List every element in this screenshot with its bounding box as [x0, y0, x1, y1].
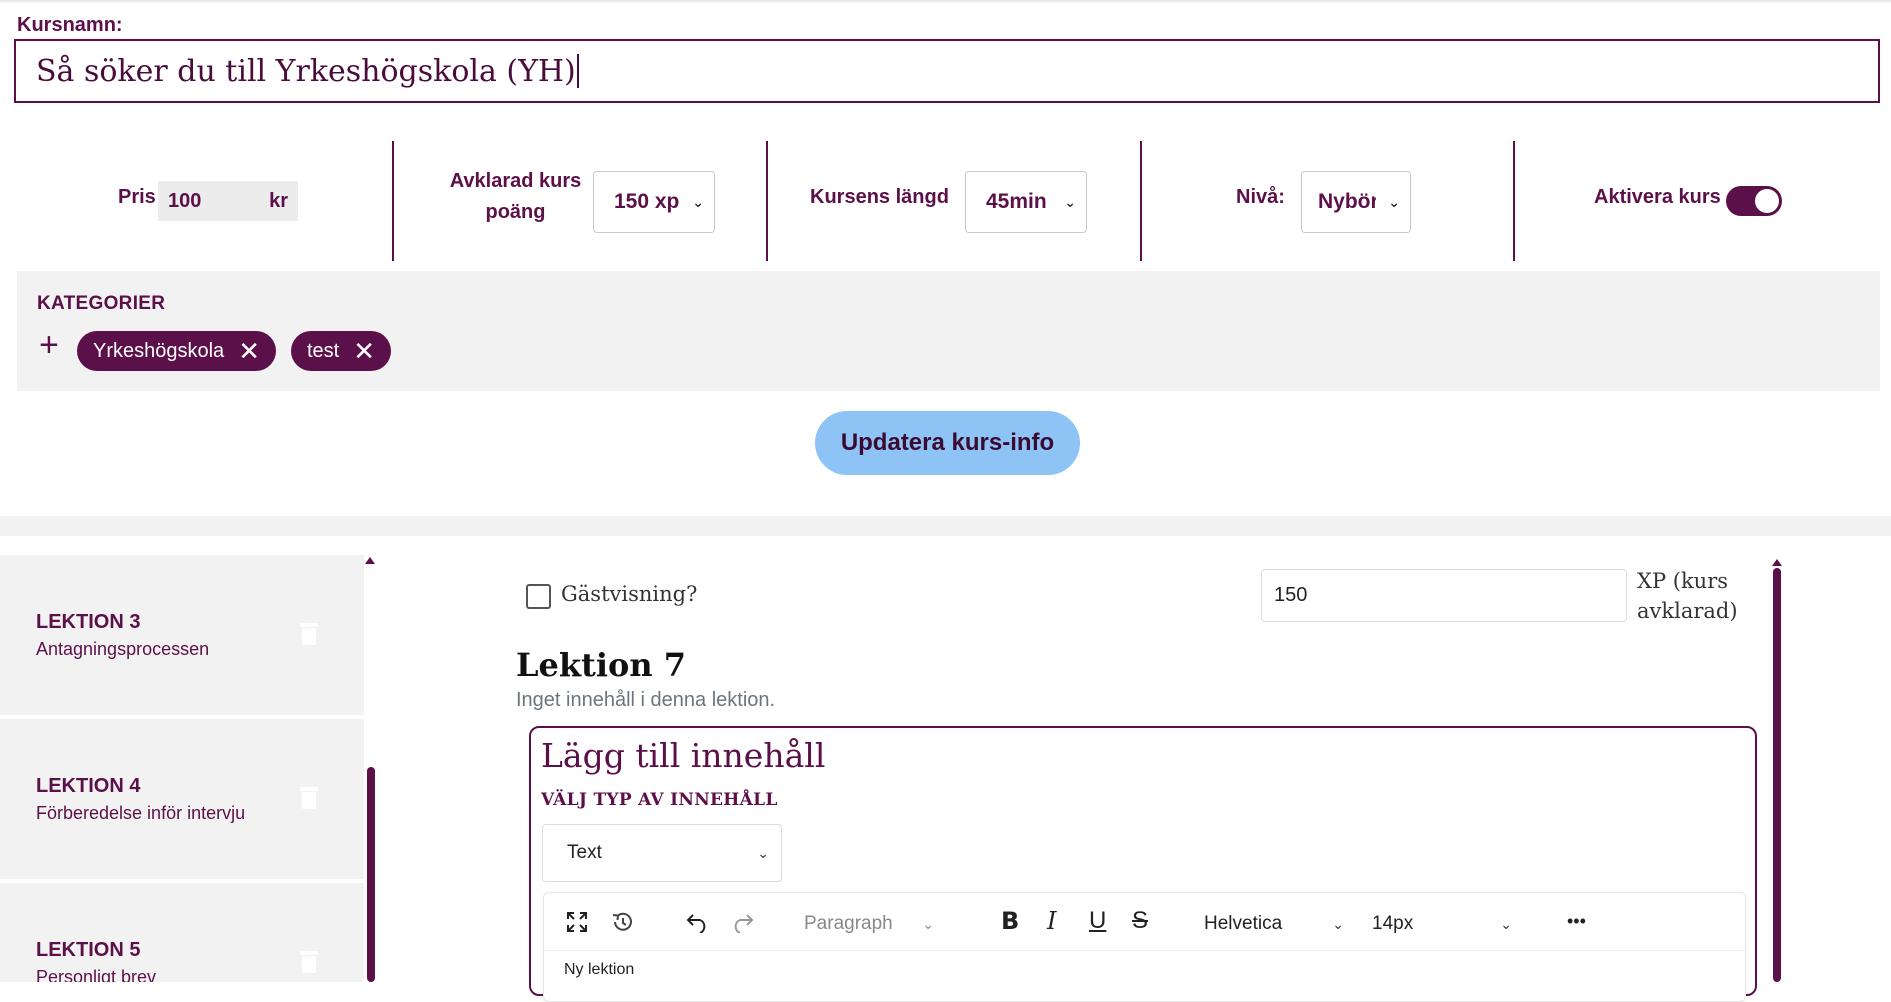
plus-icon[interactable]: + — [39, 327, 59, 363]
trash-icon[interactable] — [300, 623, 318, 645]
toggle-knob — [1755, 189, 1779, 213]
xp-label-line2: poäng — [485, 201, 546, 223]
course-name-input[interactable]: Så söker du till Yrkeshögskola (YH) — [14, 39, 1880, 103]
level-select-value: Nybörjare — [1318, 190, 1376, 213]
content-type-select[interactable]: Text ⌄ — [542, 824, 782, 882]
underline-button[interactable]: U — [1089, 907, 1106, 935]
close-icon[interactable]: ✕ — [238, 338, 260, 364]
chevron-down-icon: ⌄ — [1064, 193, 1076, 210]
divider — [1513, 141, 1515, 261]
bold-button[interactable]: B — [1001, 907, 1019, 935]
guest-view-label: Gästvisning? — [561, 582, 698, 606]
italic-button[interactable]: I — [1047, 907, 1056, 935]
chip-label: test — [307, 339, 340, 362]
activate-toggle[interactable] — [1726, 186, 1782, 216]
level-label: Nivå: — [1236, 186, 1285, 208]
chevron-down-icon: ⌄ — [1332, 915, 1344, 932]
editor-toolbar: Paragraph ⌄ B I U S Helvetica ⌄ 14px ⌄ •… — [544, 893, 1745, 951]
more-options-icon[interactable]: ••• — [1567, 907, 1586, 935]
length-label: Kursens längd — [810, 186, 949, 208]
xp-select-value: 150 xp — [614, 190, 680, 213]
strikethrough-button[interactable]: S — [1132, 907, 1148, 935]
lesson-subtitle: Förberedelse inför intervju — [36, 803, 246, 823]
price-label: Pris — [118, 186, 156, 208]
rich-text-editor: Paragraph ⌄ B I U S Helvetica ⌄ 14px ⌄ •… — [543, 892, 1746, 1002]
editor-content[interactable]: Ny lektion — [564, 961, 634, 979]
fullscreen-icon[interactable] — [566, 911, 588, 933]
lesson-subtitle: Antagningsprocessen — [36, 639, 210, 659]
add-content-title: Lägg till innehåll — [541, 736, 826, 775]
lesson-item[interactable]: LEKTION 4 Förberedelse inför intervju — [0, 719, 364, 879]
lesson-subtitle: Personligt brev — [36, 967, 157, 982]
paragraph-value: Paragraph — [804, 913, 893, 934]
top-shadow — [0, 0, 1891, 4]
section-divider — [0, 516, 1891, 536]
lesson-xp-label: XP (kurs avklarad) — [1637, 569, 1738, 623]
course-name-label: Kursnamn: — [17, 14, 123, 36]
length-select[interactable]: 45min ⌄ — [965, 171, 1087, 233]
lesson-item[interactable]: LEKTION 3 Antagningsprocessen — [0, 555, 364, 715]
font-value: Helvetica — [1204, 913, 1283, 934]
xp-select[interactable]: 150 xp ⌄ — [593, 171, 715, 233]
xp-label: Avklarad kurs poäng — [433, 166, 598, 228]
chevron-down-icon: ⌄ — [757, 844, 769, 861]
divider — [1140, 141, 1142, 261]
font-size-select[interactable]: 14px ⌄ — [1362, 907, 1522, 941]
price-value: 100 — [168, 189, 202, 212]
text-caret — [576, 54, 579, 88]
redo-icon[interactable] — [730, 911, 754, 933]
lesson-sidebar: LEKTION 3 Antagningsprocessen LEKTION 4 … — [0, 555, 378, 982]
length-select-value: 45min — [986, 190, 1047, 213]
activate-label: Aktivera kurs — [1594, 186, 1721, 208]
lesson-heading: Lektion 7 — [516, 646, 686, 684]
scroll-up-arrow[interactable] — [365, 557, 375, 564]
categories-panel: KATEGORIER + Yrkeshögskola ✕ test ✕ — [17, 271, 1880, 391]
close-icon[interactable]: ✕ — [353, 338, 375, 364]
lesson-xp-input[interactable]: 150 — [1261, 569, 1627, 622]
guest-view-checkbox[interactable] — [526, 584, 551, 609]
lesson-title: LEKTION 3 — [36, 611, 141, 633]
update-course-button[interactable]: Updatera kurs-info — [815, 411, 1080, 475]
course-settings-row: Pris 100 kr Avklarad kurs poäng 150 xp ⌄… — [18, 141, 1880, 261]
add-content-panel: Lägg till innehåll VÄLJ TYP AV INNEHÅLL … — [529, 726, 1757, 1002]
trash-icon[interactable] — [300, 787, 318, 809]
font-select[interactable]: Helvetica ⌄ — [1194, 907, 1354, 941]
font-size-value: 14px — [1372, 913, 1414, 934]
lesson-item[interactable]: LEKTION 5 Personligt brev — [0, 883, 364, 982]
sidebar-scrollbar[interactable] — [367, 767, 375, 982]
scroll-up-arrow[interactable] — [1772, 559, 1782, 566]
divider — [392, 141, 394, 261]
categories-title: KATEGORIER — [37, 293, 166, 314]
divider — [766, 141, 768, 261]
chevron-down-icon: ⌄ — [922, 915, 934, 932]
trash-icon[interactable] — [300, 951, 318, 973]
chip-label: Yrkeshögskola — [93, 339, 225, 362]
category-chip: test ✕ — [291, 331, 392, 371]
content-type-value: Text — [567, 842, 602, 863]
price-input[interactable]: 100 kr — [158, 181, 298, 221]
no-content-text: Inget innehåll i denna lektion. — [516, 689, 776, 711]
history-icon[interactable] — [610, 909, 636, 935]
lesson-title: LEKTION 4 — [36, 775, 141, 797]
course-name-value: Så söker du till Yrkeshögskola (YH) — [36, 53, 576, 89]
undo-icon[interactable] — [686, 911, 710, 933]
paragraph-select[interactable]: Paragraph ⌄ — [794, 907, 944, 941]
category-chip: Yrkeshögskola ✕ — [77, 331, 276, 371]
xp-label-line1: Avklarad kurs — [449, 170, 582, 192]
lesson-title: LEKTION 5 — [36, 939, 141, 961]
price-unit: kr — [269, 189, 288, 212]
content-type-label: VÄLJ TYP AV INNEHÅLL — [541, 790, 778, 810]
main-scrollbar[interactable] — [1773, 568, 1781, 982]
chevron-down-icon: ⌄ — [692, 193, 704, 210]
level-select[interactable]: Nybörjare ⌄ — [1301, 171, 1411, 233]
chevron-down-icon: ⌄ — [1500, 915, 1512, 932]
chevron-down-icon: ⌄ — [1388, 193, 1400, 210]
